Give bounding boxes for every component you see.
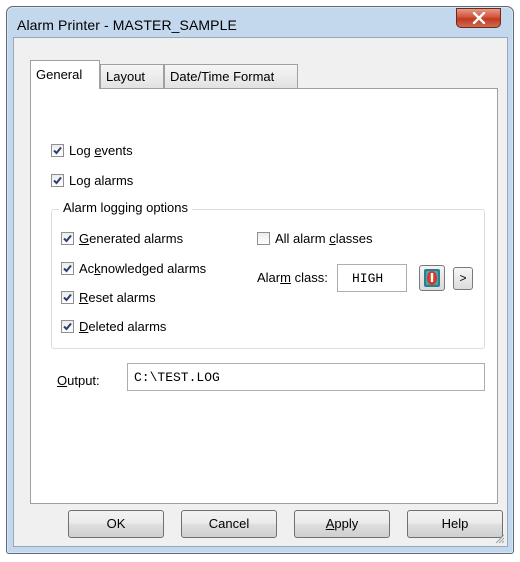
ok-button[interactable]: OK — [68, 510, 164, 538]
dialog-window: Alarm Printer - MASTER_SAMPLE General La… — [6, 6, 514, 554]
window-title: Alarm Printer - MASTER_SAMPLE — [17, 17, 237, 33]
generated-alarms-label: Generated alarms — [79, 231, 184, 246]
generated-alarms-checkbox-box[interactable] — [61, 232, 74, 245]
tab-general[interactable]: General — [30, 60, 100, 89]
checkmark-icon — [63, 234, 72, 243]
reset-alarms-label: Reset alarms — [79, 290, 156, 305]
alarm-logging-options-title: Alarm logging options — [59, 200, 193, 215]
log-alarms-label: Log alarms — [69, 173, 134, 188]
apply-button[interactable]: Apply — [294, 510, 390, 538]
dialog-client-area: General Layout Date/Time Format Log even… — [13, 37, 508, 547]
alarm-class-label: Alarm class: — [257, 270, 328, 285]
title-bar[interactable]: Alarm Printer - MASTER_SAMPLE — [7, 7, 513, 41]
all-alarm-classes-label: All alarm classes — [275, 231, 373, 246]
log-events-checkbox-box[interactable] — [51, 144, 64, 157]
tab-layout-label: Layout — [106, 69, 146, 84]
log-events-checkbox[interactable]: Log events — [51, 143, 133, 158]
checkmark-icon — [63, 293, 72, 302]
close-button[interactable] — [456, 8, 501, 28]
output-file-input[interactable]: C:\TEST.LOG — [127, 363, 485, 391]
help-button[interactable]: Help — [407, 510, 503, 538]
deleted-alarms-checkbox[interactable]: Deleted alarms — [61, 319, 166, 334]
close-icon — [472, 12, 485, 24]
cancel-button[interactable]: Cancel — [181, 510, 277, 538]
tab-date-time-format[interactable]: Date/Time Format — [164, 64, 298, 88]
deleted-alarms-label: Deleted alarms — [79, 319, 167, 334]
log-alarms-checkbox[interactable]: Log alarms — [51, 173, 133, 188]
reset-alarms-checkbox-box[interactable] — [61, 291, 74, 304]
alarm-class-picker-button[interactable] — [419, 265, 445, 291]
deleted-alarms-checkbox-box[interactable] — [61, 320, 74, 333]
all-alarm-classes-checkbox-box[interactable] — [257, 232, 270, 245]
resize-grip-icon[interactable] — [493, 532, 505, 544]
alarm-class-more-button[interactable]: > — [453, 267, 473, 290]
log-events-label: Log events — [69, 143, 133, 158]
acknowledged-alarms-label: Acknowledged alarms — [79, 261, 207, 276]
checkmark-icon — [53, 176, 62, 185]
alarm-class-picker-icon — [424, 269, 440, 287]
acknowledged-alarms-checkbox[interactable]: Acknowledged alarms — [61, 261, 206, 276]
tab-layout[interactable]: Layout — [100, 64, 164, 88]
output-label: Output: — [57, 373, 100, 388]
alarm-class-input[interactable]: HIGH — [337, 264, 407, 292]
generated-alarms-checkbox[interactable]: Generated alarms — [61, 231, 183, 246]
all-alarm-classes-checkbox[interactable]: All alarm classes — [257, 231, 373, 246]
tab-date-time-format-label: Date/Time Format — [170, 69, 275, 84]
checkmark-icon — [63, 322, 72, 331]
checkmark-icon — [63, 264, 72, 273]
log-alarms-checkbox-box[interactable] — [51, 174, 64, 187]
general-tab-panel: Log events Log alarms Alarm logging opti… — [30, 88, 498, 504]
reset-alarms-checkbox[interactable]: Reset alarms — [61, 290, 156, 305]
tab-general-label: General — [36, 67, 83, 82]
acknowledged-alarms-checkbox-box[interactable] — [61, 262, 74, 275]
checkmark-icon — [53, 146, 62, 155]
